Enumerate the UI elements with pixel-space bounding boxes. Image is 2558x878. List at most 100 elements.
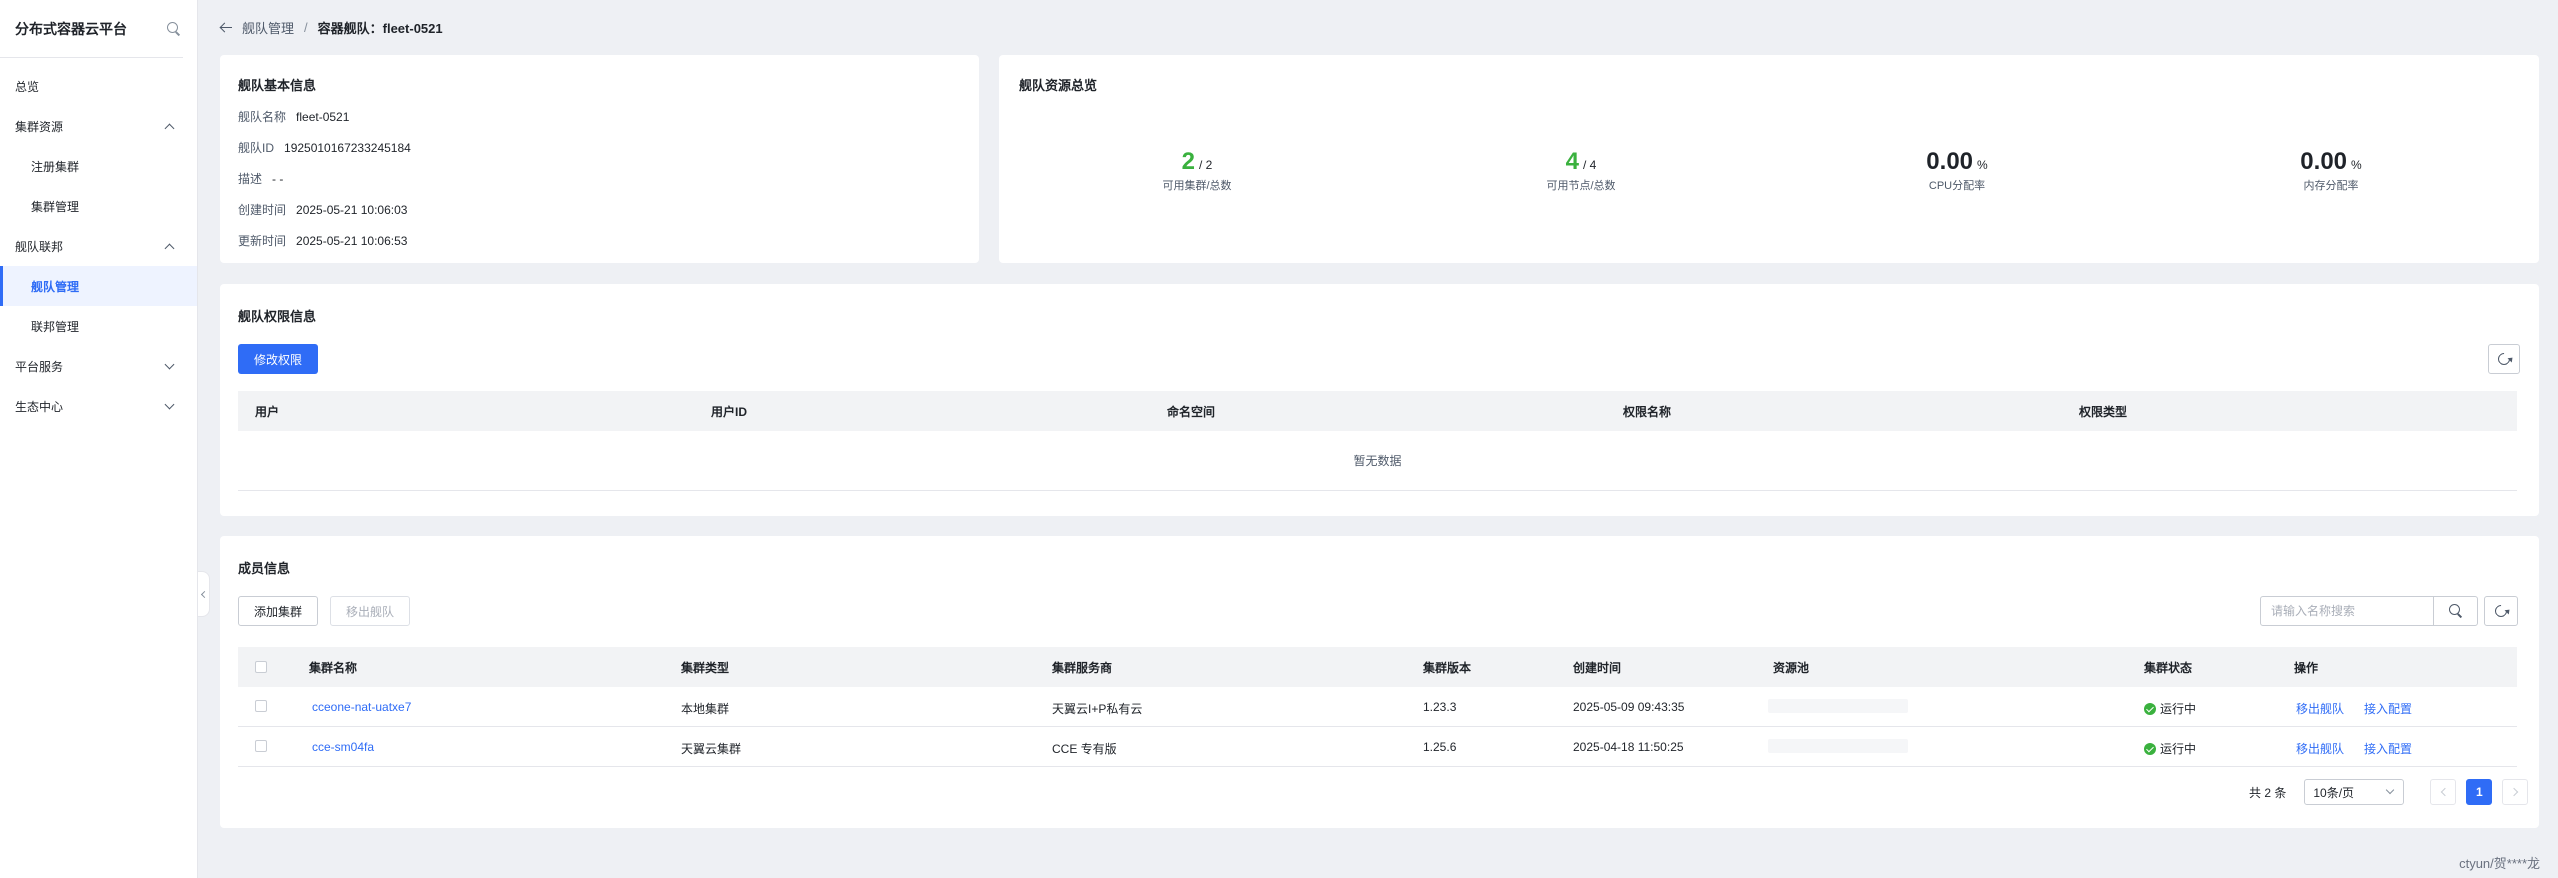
info-label: 更新时间 bbox=[238, 234, 287, 248]
sidebar-item-platform-services[interactable]: 平台服务 bbox=[0, 346, 197, 386]
info-row-fleet-id: 舰队ID 1925010167233245184 bbox=[238, 132, 411, 163]
user-watermark: ctyun/贺****龙 bbox=[2459, 856, 2540, 871]
sidebar-item-federation-management[interactable]: 联邦管理 bbox=[0, 306, 197, 346]
cluster-created: 2025-04-18 11:50:25 bbox=[1573, 740, 1684, 754]
col-actions: 操作 bbox=[2294, 660, 2319, 675]
sidebar-collapse-toggle[interactable] bbox=[198, 571, 210, 617]
chevron-down-icon bbox=[164, 359, 175, 369]
search-icon[interactable] bbox=[167, 21, 181, 36]
info-label: 描述 bbox=[238, 172, 263, 186]
sidebar-item-register-cluster[interactable]: 注册集群 bbox=[0, 146, 197, 186]
info-label: 创建时间 bbox=[238, 203, 287, 217]
cluster-name-link[interactable]: cceone-nat-uatxe7 bbox=[312, 700, 411, 714]
page-button-current[interactable]: 1 bbox=[2466, 779, 2493, 805]
prev-page-button[interactable] bbox=[2430, 779, 2457, 805]
col-cluster-name: 集群名称 bbox=[309, 660, 358, 675]
checkbox bbox=[255, 661, 267, 673]
next-page-button[interactable] bbox=[2502, 779, 2529, 805]
sidebar-item-label: 总览 bbox=[15, 79, 40, 94]
col-cluster-type: 集群类型 bbox=[681, 660, 730, 675]
redacted-block bbox=[1768, 699, 1908, 713]
stat-memory: 0.00% 内存分配率 bbox=[2251, 148, 2411, 193]
add-cluster-button[interactable]: 添加集群 bbox=[238, 596, 319, 626]
cluster-status: 运行中 bbox=[2144, 740, 2196, 757]
col-version: 集群版本 bbox=[1423, 660, 1472, 675]
sidebar-item-ecosystem[interactable]: 生态中心 bbox=[0, 386, 197, 426]
col-namespace: 命名空间 bbox=[1167, 404, 1216, 419]
permission-table: 用户 用户ID 命名空间 权限名称 权限类型 暂无数据 bbox=[238, 391, 2517, 491]
sidebar-item-label: 平台服务 bbox=[15, 359, 64, 374]
sidebar-item-label: 舰队联邦 bbox=[15, 239, 64, 254]
breadcrumb: 舰队管理 / 容器舰队：fleet-0521 bbox=[220, 18, 443, 37]
table-row: cceone-nat-uatxe7 本地集群 天翼云I+P私有云 1.23.3 … bbox=[238, 687, 2517, 727]
row-checkbox[interactable] bbox=[255, 700, 267, 712]
search-button[interactable] bbox=[2433, 597, 2477, 625]
table-row: cce-sm04fa 天翼云集群 CCE 专有版 1.25.6 2025-04-… bbox=[238, 727, 2517, 767]
stat-suffix: % bbox=[1977, 158, 1988, 172]
col-user: 用户 bbox=[255, 404, 280, 419]
permission-title: 舰队权限信息 bbox=[238, 309, 317, 324]
resource-pool-redacted bbox=[1768, 699, 1908, 716]
breadcrumb-current: 容器舰队：fleet-0521 bbox=[317, 21, 443, 36]
stat-value: 0.00 bbox=[1926, 148, 1974, 175]
pagination: 共 2 条 10条/页 1 bbox=[2249, 779, 2529, 805]
remove-from-fleet-link[interactable]: 移出舰队 bbox=[2296, 700, 2344, 717]
empty-state: 暂无数据 bbox=[238, 431, 2517, 491]
select-all-checkbox[interactable] bbox=[255, 661, 267, 673]
info-value: - - bbox=[272, 171, 284, 186]
sidebar-item-overview[interactable]: 总览 bbox=[0, 66, 197, 106]
permission-table-header: 用户 用户ID 命名空间 权限名称 权限类型 bbox=[238, 391, 2517, 431]
info-row-created: 创建时间 2025-05-21 10:06:03 bbox=[238, 194, 411, 225]
cluster-version: 1.23.3 bbox=[1423, 700, 1457, 714]
stat-clusters: 2 / 2 可用集群/总数 bbox=[1117, 148, 1277, 193]
chevron-up-icon bbox=[164, 123, 175, 133]
resource-pool-redacted bbox=[1768, 739, 1908, 756]
member-search-input[interactable] bbox=[2261, 597, 2433, 625]
sidebar-item-label: 联邦管理 bbox=[31, 319, 80, 334]
access-config-link[interactable]: 接入配置 bbox=[2364, 700, 2412, 717]
stat-label: 内存分配率 bbox=[2303, 180, 2359, 192]
resource-overview-title: 舰队资源总览 bbox=[1019, 78, 1098, 93]
members-refresh-button[interactable] bbox=[2484, 596, 2518, 626]
chevron-down-icon bbox=[2386, 785, 2395, 795]
access-config-link[interactable]: 接入配置 bbox=[2364, 740, 2412, 757]
info-value: fleet-0521 bbox=[296, 109, 350, 124]
resource-overview-card: 舰队资源总览 2 / 2 可用集群/总数 4 / 4 可用节点/总数 0.00% C… bbox=[999, 55, 2539, 263]
stat-suffix: / 4 bbox=[1583, 158, 1597, 172]
col-permission-name: 权限名称 bbox=[1623, 404, 1672, 419]
stat-suffix: / 2 bbox=[1199, 158, 1213, 172]
stat-suffix: % bbox=[2351, 158, 2362, 172]
col-created: 创建时间 bbox=[1573, 660, 1622, 675]
remove-from-fleet-link[interactable]: 移出舰队 bbox=[2296, 740, 2344, 757]
stat-cpu: 0.00% CPU分配率 bbox=[1877, 148, 2037, 193]
sidebar-item-label: 集群资源 bbox=[15, 119, 64, 134]
breadcrumb-parent[interactable]: 舰队管理 bbox=[242, 18, 294, 37]
back-arrow-icon[interactable] bbox=[220, 22, 234, 34]
col-resource-pool: 资源池 bbox=[1773, 660, 1810, 675]
members-table: 集群名称 集群类型 集群服务商 集群版本 创建时间 资源池 集群状态 操作 cc… bbox=[238, 647, 2517, 767]
sidebar-item-label: 生态中心 bbox=[15, 399, 64, 414]
permission-refresh-button[interactable] bbox=[2488, 344, 2520, 374]
members-title: 成员信息 bbox=[238, 561, 291, 576]
sidebar-item-cluster-resources[interactable]: 集群资源 bbox=[0, 106, 197, 146]
chevron-left-icon bbox=[2440, 787, 2450, 797]
sidebar-item-fleet-federation[interactable]: 舰队联邦 bbox=[0, 226, 197, 266]
status-text: 运行中 bbox=[2160, 742, 2197, 756]
cluster-name-link[interactable]: cce-sm04fa bbox=[312, 740, 374, 754]
cluster-type: 本地集群 bbox=[681, 702, 730, 716]
chevron-down-icon bbox=[164, 399, 175, 409]
info-label: 舰队名称 bbox=[238, 110, 287, 124]
info-value: 2025-05-21 10:06:03 bbox=[296, 202, 408, 217]
sidebar-item-fleet-management[interactable]: 舰队管理 bbox=[0, 266, 197, 306]
search-icon bbox=[2448, 604, 2463, 618]
checkbox bbox=[255, 700, 267, 712]
basic-info-card: 舰队基本信息 舰队名称 fleet-0521 舰队ID 19250101672332… bbox=[220, 55, 979, 263]
info-value: 1925010167233245184 bbox=[284, 140, 411, 155]
sidebar-item-cluster-management[interactable]: 集群管理 bbox=[0, 186, 197, 226]
edit-permission-button[interactable]: 修改权限 bbox=[238, 344, 319, 374]
remove-from-fleet-button[interactable]: 移出舰队 bbox=[330, 596, 411, 626]
row-checkbox[interactable] bbox=[255, 740, 267, 752]
redacted-block bbox=[1768, 739, 1908, 753]
page-size-select[interactable]: 10条/页 bbox=[2304, 779, 2405, 805]
app-title: 分布式容器云平台 bbox=[15, 20, 127, 37]
